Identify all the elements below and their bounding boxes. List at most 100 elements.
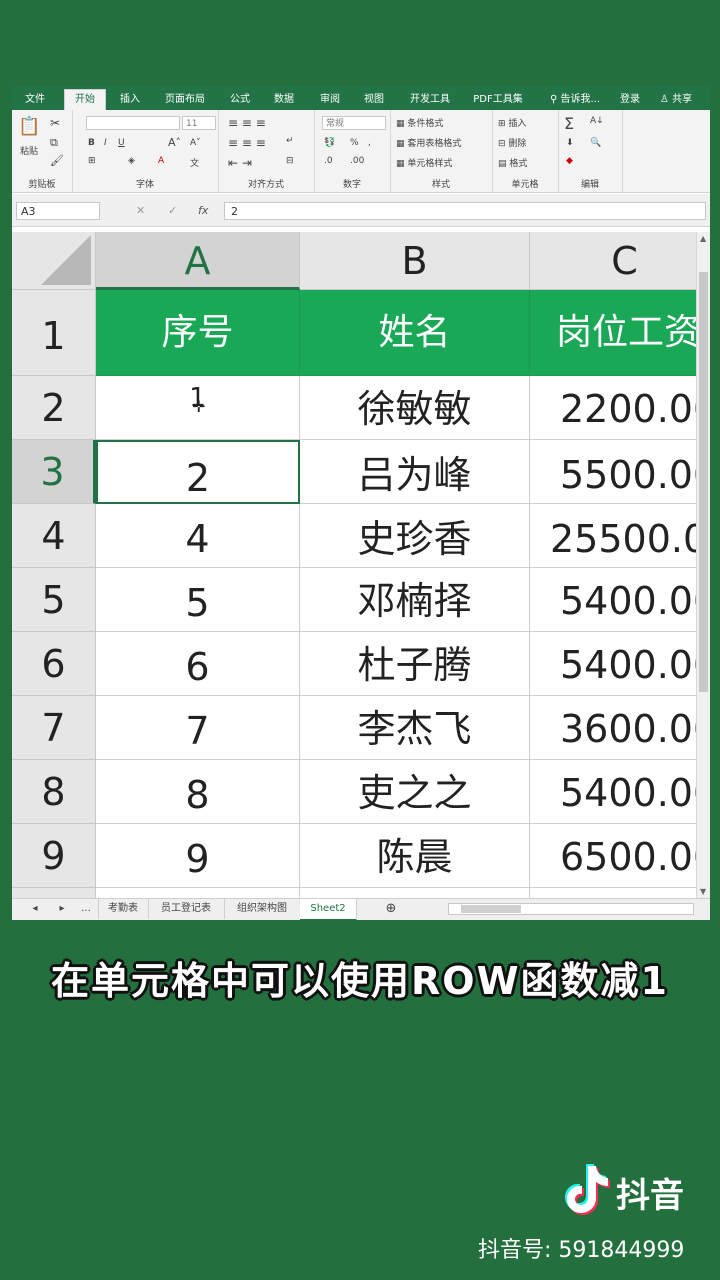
shrink-font-icon[interactable]: A˅ bbox=[190, 138, 201, 148]
sheet-tab-employee-register[interactable]: 员工登记表 bbox=[148, 899, 225, 919]
cell-b2[interactable]: 徐敏敏 bbox=[300, 376, 530, 440]
fill-icon[interactable]: ⬇ bbox=[566, 138, 574, 148]
indent-icon[interactable]: ⇤ ⇥ bbox=[228, 156, 252, 170]
currency-icon[interactable]: 💱 bbox=[324, 138, 335, 148]
cell-c2[interactable]: 2200.00 bbox=[530, 376, 696, 440]
cell-style-button[interactable]: ▦ 单元格样式 bbox=[396, 156, 452, 169]
name-box[interactable]: A3 bbox=[16, 202, 100, 220]
tab-view[interactable]: 视图 bbox=[356, 90, 392, 110]
align-left-icon[interactable]: ≡ ≡ ≡ bbox=[228, 136, 266, 150]
cell-a9[interactable]: 9 bbox=[96, 824, 300, 888]
cell-a6[interactable]: 6 bbox=[96, 632, 300, 696]
select-all-button[interactable] bbox=[12, 232, 96, 290]
cell-c6[interactable]: 5400.00 bbox=[530, 632, 696, 696]
wrap-text-icon[interactable]: ↵ bbox=[286, 136, 294, 146]
tab-data[interactable]: 数据 bbox=[266, 90, 302, 110]
decrease-decimal-icon[interactable]: .00 bbox=[350, 156, 364, 166]
vertical-scrollbar[interactable]: ▲ ▼ bbox=[696, 232, 710, 898]
tab-developer[interactable]: 开发工具 bbox=[402, 90, 458, 110]
column-header-a[interactable]: A bbox=[96, 232, 300, 290]
grow-font-icon[interactable]: A˄ bbox=[168, 136, 181, 149]
comma-icon[interactable]: , bbox=[368, 138, 371, 148]
copy-icon[interactable]: ⧉ bbox=[50, 136, 58, 150]
cell-b10[interactable] bbox=[300, 888, 530, 898]
tab-pdf-tools[interactable]: PDF工具集 bbox=[468, 90, 528, 110]
tab-review[interactable]: 审阅 bbox=[312, 90, 348, 110]
function-icon[interactable]: fx bbox=[198, 202, 208, 220]
formula-input[interactable]: 2 bbox=[224, 202, 706, 220]
tab-home[interactable]: 开始 bbox=[64, 89, 106, 110]
cell-b3[interactable]: 吕为峰 bbox=[300, 440, 530, 504]
tell-me-search[interactable]: ⚲ 告诉我... bbox=[544, 90, 606, 110]
vertical-scroll-thumb[interactable] bbox=[699, 272, 708, 692]
paste-button[interactable]: 粘贴 bbox=[20, 144, 38, 157]
sheet-scroll-left-icon[interactable]: ◂ bbox=[22, 899, 48, 919]
cell-b1[interactable]: 姓名 bbox=[300, 290, 530, 376]
column-header-c[interactable]: C bbox=[530, 232, 696, 290]
row-header-6[interactable]: 6 bbox=[12, 632, 96, 696]
cell-b9[interactable]: 陈晨 bbox=[300, 824, 530, 888]
cell-a1[interactable]: 序号 bbox=[96, 290, 300, 376]
sheet-tab-attendance[interactable]: 考勤表 bbox=[98, 899, 149, 919]
cell-c8[interactable]: 5400.00 bbox=[530, 760, 696, 824]
row-header-9[interactable]: 9 bbox=[12, 824, 96, 888]
row-header-5[interactable]: 5 bbox=[12, 568, 96, 632]
percent-icon[interactable]: % bbox=[350, 138, 359, 148]
clear-icon[interactable]: ◆ bbox=[566, 156, 573, 166]
cell-a4[interactable]: 4 bbox=[96, 504, 300, 568]
sheet-scroll-right-icon[interactable]: ▸ bbox=[52, 899, 72, 919]
horizontal-scrollbar[interactable] bbox=[448, 903, 694, 915]
cancel-icon[interactable]: ✕ bbox=[136, 202, 145, 220]
horizontal-scroll-thumb[interactable] bbox=[461, 905, 521, 913]
insert-cells-button[interactable]: ⊞ 插入 bbox=[498, 116, 526, 129]
cell-c3[interactable]: 5500.00 bbox=[530, 440, 696, 504]
bold-icon[interactable]: B bbox=[88, 138, 95, 148]
cell-b5[interactable]: 邓楠择 bbox=[300, 568, 530, 632]
sheet-tab-sheet2[interactable]: Sheet2 bbox=[300, 899, 357, 920]
column-header-b[interactable]: B bbox=[300, 232, 530, 290]
align-top-icon[interactable]: ≡ ≡ ≡ bbox=[228, 116, 266, 130]
sort-filter-icon[interactable]: A↓ bbox=[590, 116, 604, 126]
underline-icon[interactable]: U bbox=[118, 138, 125, 148]
cell-c4[interactable]: 25500.00 bbox=[530, 504, 696, 568]
tab-page-layout[interactable]: 页面布局 bbox=[158, 90, 212, 110]
format-painter-icon[interactable]: 🖌 bbox=[50, 154, 64, 167]
row-header-3[interactable]: 3 bbox=[12, 440, 96, 504]
cell-c1[interactable]: 岗位工资 bbox=[530, 290, 696, 376]
cell-a8[interactable]: 8 bbox=[96, 760, 300, 824]
cell-c9[interactable]: 6500.00 bbox=[530, 824, 696, 888]
cell-b8[interactable]: 吏之之 bbox=[300, 760, 530, 824]
sheet-more-button[interactable]: ... bbox=[74, 899, 99, 919]
row-header-1[interactable]: 1 bbox=[12, 290, 96, 376]
row-header-2[interactable]: 2 bbox=[12, 376, 96, 440]
font-name-select[interactable] bbox=[86, 116, 180, 130]
tab-formulas[interactable]: 公式 bbox=[222, 90, 258, 110]
cell-b6[interactable]: 杜子腾 bbox=[300, 632, 530, 696]
paste-icon[interactable]: 📋 bbox=[18, 116, 40, 137]
conditional-format-button[interactable]: ▦ 条件格式 bbox=[396, 116, 443, 129]
cell-c5[interactable]: 5400.00 bbox=[530, 568, 696, 632]
cell-a5[interactable]: 5 bbox=[96, 568, 300, 632]
row-header-10[interactable] bbox=[12, 888, 96, 898]
cell-b4[interactable]: 史珍香 bbox=[300, 504, 530, 568]
cut-icon[interactable]: ✂ bbox=[50, 116, 60, 130]
font-size-select[interactable]: 11 bbox=[182, 116, 216, 130]
cell-a10[interactable] bbox=[96, 888, 300, 898]
login-button[interactable]: 登录 bbox=[614, 90, 646, 110]
cell-a7[interactable]: 7 bbox=[96, 696, 300, 760]
cell-a3[interactable]: 2 bbox=[96, 440, 300, 504]
scroll-down-icon[interactable]: ▼ bbox=[700, 887, 706, 896]
phonetic-icon[interactable]: 文 bbox=[190, 156, 199, 169]
enter-icon[interactable]: ✓ bbox=[168, 202, 177, 220]
share-button[interactable]: ♙ 共享 bbox=[650, 90, 702, 110]
increase-decimal-icon[interactable]: .0 bbox=[324, 156, 333, 166]
row-header-7[interactable]: 7 bbox=[12, 696, 96, 760]
add-sheet-button[interactable]: ⊕ bbox=[376, 899, 406, 919]
cell-c7[interactable]: 3600.00 bbox=[530, 696, 696, 760]
row-header-8[interactable]: 8 bbox=[12, 760, 96, 824]
italic-icon[interactable]: I bbox=[104, 138, 107, 148]
autosum-icon[interactable]: Σ bbox=[564, 114, 574, 133]
cell-b7[interactable]: 李杰飞 bbox=[300, 696, 530, 760]
sheet-tab-org-chart[interactable]: 组织架构图 bbox=[224, 899, 301, 919]
tab-file[interactable]: 文件 bbox=[16, 90, 54, 110]
